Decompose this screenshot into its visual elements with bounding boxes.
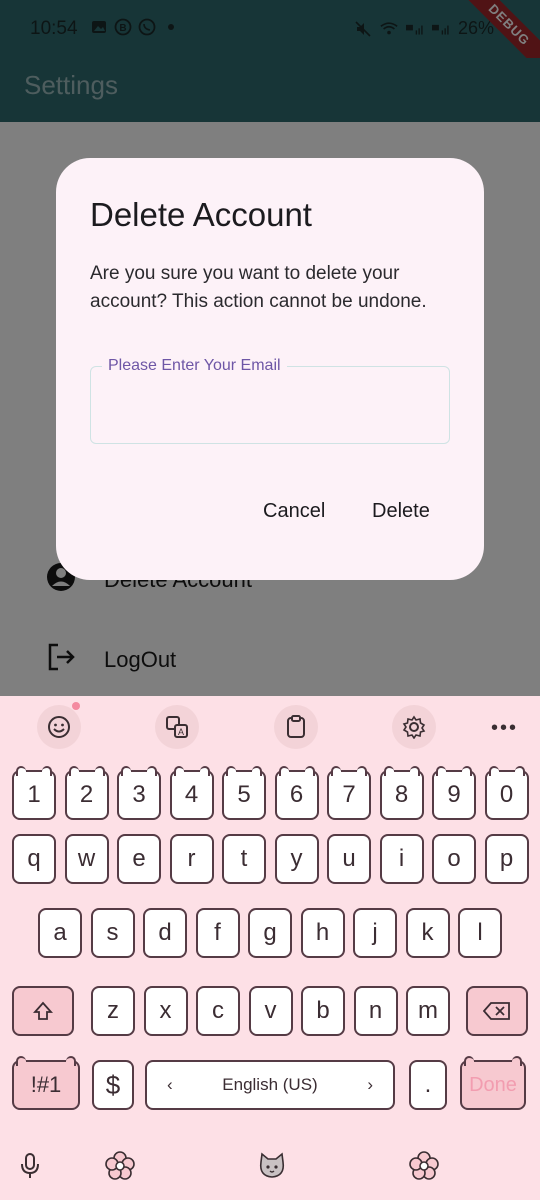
chevron-right-icon: ›: [367, 1075, 373, 1094]
key-x[interactable]: x: [143, 986, 188, 1036]
key-7[interactable]: 7: [327, 766, 371, 820]
flower-icon[interactable]: [408, 1150, 440, 1182]
delete-button[interactable]: Delete: [372, 500, 430, 523]
dollar-key[interactable]: $: [92, 1060, 134, 1110]
cancel-button[interactable]: Cancel: [263, 500, 325, 523]
keyboard-bottom-bar: [0, 1150, 540, 1190]
key-t[interactable]: t: [222, 834, 266, 884]
key-d[interactable]: d: [143, 908, 187, 958]
backspace-key[interactable]: [466, 986, 528, 1036]
key-j[interactable]: j: [353, 908, 397, 958]
dialog-title: Delete Account: [90, 196, 312, 233]
key-s[interactable]: s: [90, 908, 135, 958]
done-key[interactable]: Done: [460, 1056, 526, 1110]
key-0[interactable]: 0: [484, 766, 529, 820]
key-p[interactable]: p: [484, 834, 529, 884]
key-9[interactable]: 9: [432, 766, 476, 820]
key-8[interactable]: 8: [379, 766, 424, 820]
key-v[interactable]: v: [248, 986, 293, 1036]
backspace-icon: [483, 1002, 510, 1020]
key-y[interactable]: y: [274, 834, 319, 884]
key-f[interactable]: f: [195, 908, 240, 958]
key-5[interactable]: 5: [222, 766, 266, 820]
translate-icon[interactable]: A: [155, 705, 199, 749]
symbols-key[interactable]: !#1: [12, 1056, 80, 1110]
key-c[interactable]: c: [196, 986, 240, 1036]
shift-icon: [32, 1001, 54, 1020]
key-o[interactable]: o: [432, 834, 476, 884]
svg-text:A: A: [178, 727, 184, 737]
chevron-left-icon: ‹: [167, 1075, 173, 1094]
key-6[interactable]: 6: [274, 766, 319, 820]
period-key[interactable]: .: [409, 1060, 447, 1110]
key-u[interactable]: u: [327, 834, 371, 884]
key-q[interactable]: q: [12, 834, 56, 884]
clipboard-icon[interactable]: [274, 705, 318, 749]
key-i[interactable]: i: [379, 834, 424, 884]
dialog-message: Are you sure you want to delete your acc…: [90, 263, 427, 312]
key-a[interactable]: a: [38, 908, 82, 958]
language-label: English (US): [222, 1075, 318, 1094]
cat-icon[interactable]: [256, 1150, 288, 1182]
key-2[interactable]: 2: [64, 766, 109, 820]
microphone-icon[interactable]: [14, 1150, 46, 1182]
notification-dot: [72, 702, 80, 710]
key-k[interactable]: k: [405, 908, 450, 958]
keyboard-toolbar: A •••: [0, 696, 540, 758]
flower-icon[interactable]: [104, 1150, 136, 1182]
settings-gear-icon[interactable]: [392, 705, 436, 749]
delete-account-dialog: Delete Account Are you sure you want to …: [56, 158, 484, 580]
key-z[interactable]: z: [91, 986, 135, 1036]
key-b[interactable]: b: [301, 986, 345, 1036]
email-field-label: Please Enter Your Email: [102, 357, 287, 375]
more-icon[interactable]: •••: [491, 718, 518, 738]
emoji-icon[interactable]: [37, 705, 81, 749]
space-key[interactable]: ‹ English (US) ›: [145, 1060, 395, 1110]
key-h[interactable]: h: [300, 908, 345, 958]
key-l[interactable]: l: [458, 908, 502, 958]
shift-key[interactable]: [12, 986, 74, 1036]
key-1[interactable]: 1: [12, 766, 56, 820]
key-g[interactable]: g: [248, 908, 292, 958]
soft-keyboard: A ••• !#1 $ ‹ English (US) › . Done 1 2 …: [0, 696, 540, 1200]
key-e[interactable]: e: [117, 834, 161, 884]
key-3[interactable]: 3: [117, 766, 161, 820]
key-4[interactable]: 4: [169, 766, 214, 820]
key-w[interactable]: w: [64, 834, 109, 884]
key-r[interactable]: r: [169, 834, 214, 884]
key-n[interactable]: n: [353, 986, 398, 1036]
key-m[interactable]: m: [406, 986, 450, 1036]
email-field[interactable]: [90, 366, 450, 444]
